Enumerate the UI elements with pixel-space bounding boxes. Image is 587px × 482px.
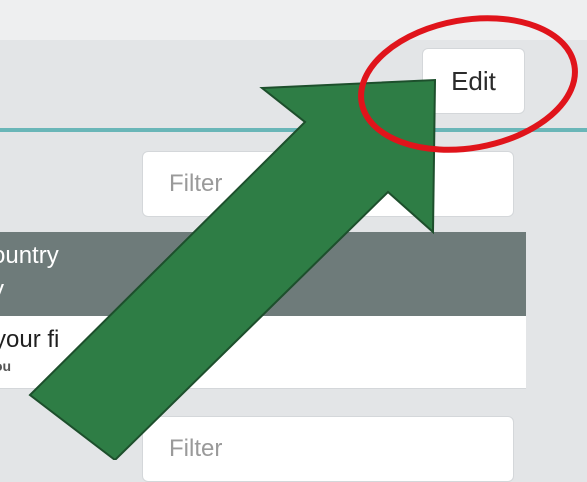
edit-button[interactable]: Edit	[422, 48, 525, 114]
row-subtext: ou	[0, 358, 12, 374]
column-header-country: ountry	[0, 242, 59, 269]
filter-input-2[interactable]	[142, 416, 514, 482]
table-row[interactable]: your fi ou	[0, 316, 526, 389]
top-bar	[0, 0, 587, 40]
column-header-line2: y	[0, 276, 4, 304]
filter-input-1[interactable]	[142, 151, 514, 217]
row-text: your fi	[0, 326, 60, 353]
table-header: ountry y	[0, 232, 526, 316]
section-divider	[0, 128, 587, 132]
